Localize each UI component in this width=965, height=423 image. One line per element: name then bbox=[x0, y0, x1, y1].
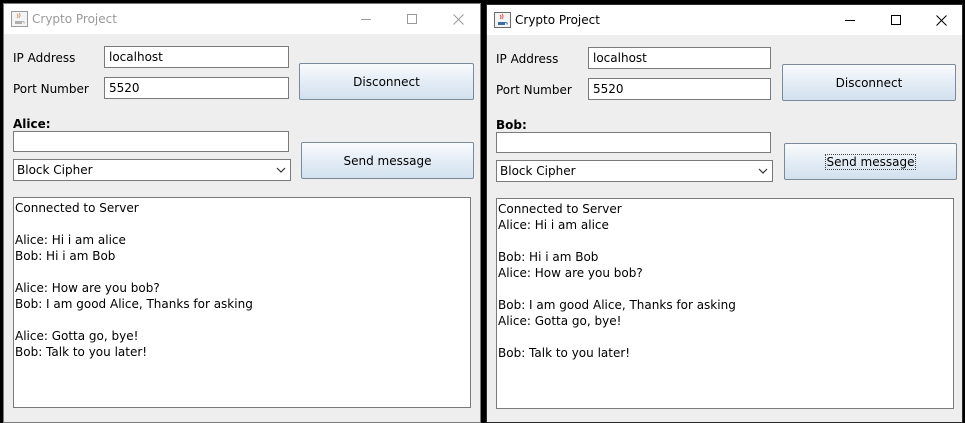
chat-line: Bob: Hi i am Bob bbox=[15, 249, 116, 263]
cipher-dropdown[interactable]: Block Cipher bbox=[13, 159, 291, 181]
user-name-label: Alice: bbox=[13, 117, 51, 131]
title-bar[interactable]: Crypto Project bbox=[487, 5, 962, 35]
chat-line: Bob: I am good Alice, Thanks for asking bbox=[15, 297, 253, 311]
minimize-button[interactable] bbox=[343, 4, 389, 34]
close-button[interactable] bbox=[918, 5, 962, 35]
alice-window: Crypto Project IP Address localhost Port… bbox=[3, 3, 481, 423]
minimize-icon bbox=[360, 18, 371, 20]
chat-line: Alice: How are you bob? bbox=[15, 281, 160, 295]
bob-window: Crypto Project IP Address localhost Port… bbox=[486, 4, 963, 423]
chat-line: Bob: Talk to you later! bbox=[498, 346, 631, 360]
java-cup-icon bbox=[11, 11, 28, 27]
minimize-icon bbox=[844, 19, 855, 21]
ip-address-label: IP Address bbox=[496, 52, 559, 66]
chat-line: Alice: Gotta go, bye! bbox=[15, 329, 139, 343]
chat-line bbox=[15, 216, 469, 232]
port-number-label: Port Number bbox=[13, 82, 89, 96]
chat-line bbox=[15, 312, 469, 328]
port-number-label: Port Number bbox=[496, 83, 572, 97]
ip-address-label: IP Address bbox=[13, 51, 76, 65]
user-name-label: Bob: bbox=[496, 118, 527, 132]
send-message-button[interactable]: Send message bbox=[784, 143, 957, 180]
chat-line: Connected to Server bbox=[15, 201, 139, 215]
maximize-icon bbox=[406, 13, 417, 24]
message-input[interactable] bbox=[496, 132, 771, 153]
chat-line bbox=[498, 329, 952, 345]
chat-line bbox=[15, 264, 469, 280]
chat-line: Alice: Hi i am alice bbox=[15, 233, 126, 247]
maximize-button[interactable] bbox=[389, 4, 435, 34]
chat-log[interactable]: Connected to Server Alice: Hi i am alice… bbox=[13, 197, 471, 408]
chevron-down-icon bbox=[276, 167, 286, 173]
close-icon bbox=[452, 13, 464, 25]
chat-line: Connected to Server bbox=[498, 202, 622, 216]
minimize-button[interactable] bbox=[827, 5, 873, 35]
chat-line: Alice: Gotta go, bye! bbox=[498, 314, 622, 328]
chat-line: Bob: Hi i am Bob bbox=[498, 250, 599, 264]
window-title: Crypto Project bbox=[32, 12, 117, 26]
port-number-field[interactable]: 5520 bbox=[104, 77, 289, 99]
disconnect-button[interactable]: Disconnect bbox=[782, 64, 956, 101]
chat-line: Bob: I am good Alice, Thanks for asking bbox=[498, 298, 736, 312]
java-cup-icon bbox=[494, 12, 511, 28]
ip-address-field[interactable]: localhost bbox=[588, 47, 771, 69]
message-input[interactable] bbox=[13, 131, 289, 152]
chat-line: Alice: How are you bob? bbox=[498, 266, 643, 280]
chat-line bbox=[498, 281, 952, 297]
chevron-down-icon bbox=[758, 168, 768, 174]
disconnect-button[interactable]: Disconnect bbox=[299, 63, 474, 100]
cipher-dropdown[interactable]: Block Cipher bbox=[496, 160, 773, 182]
close-icon bbox=[935, 14, 947, 26]
cipher-selected-value: Block Cipher bbox=[500, 164, 576, 178]
chat-line: Alice: Hi i am alice bbox=[498, 218, 609, 232]
send-message-label: Send message bbox=[824, 153, 917, 170]
chat-line: Bob: Talk to you later! bbox=[15, 345, 148, 359]
maximize-icon bbox=[890, 14, 901, 25]
ip-address-field[interactable]: localhost bbox=[104, 46, 289, 68]
window-title: Crypto Project bbox=[515, 13, 600, 27]
title-bar[interactable]: Crypto Project bbox=[4, 4, 480, 34]
send-message-button[interactable]: Send message bbox=[301, 142, 474, 179]
chat-log[interactable]: Connected to Server Alice: Hi i am alice… bbox=[496, 198, 954, 409]
maximize-button[interactable] bbox=[873, 5, 919, 35]
close-button[interactable] bbox=[435, 4, 480, 34]
chat-line bbox=[498, 233, 952, 249]
cipher-selected-value: Block Cipher bbox=[17, 163, 93, 177]
port-number-field[interactable]: 5520 bbox=[588, 78, 771, 100]
